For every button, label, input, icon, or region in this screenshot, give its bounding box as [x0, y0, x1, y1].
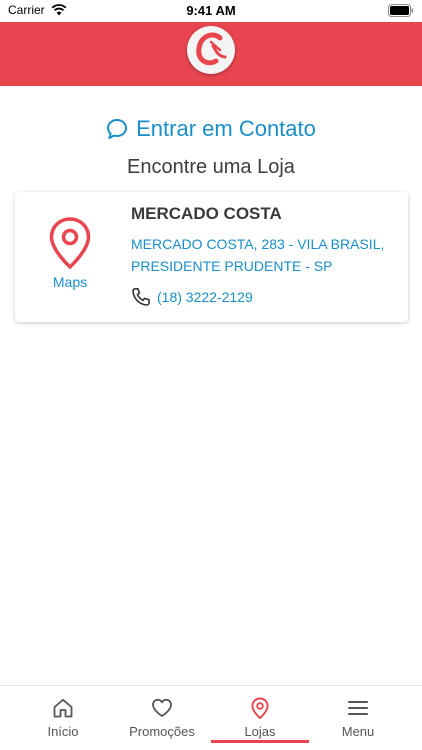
- store-card: Maps MERCADO COSTA MERCADO COSTA, 283 - …: [15, 192, 408, 322]
- status-time: 9:41 AM: [186, 3, 236, 18]
- tab-label-menu: Menu: [341, 724, 375, 739]
- phone-number: (18) 3222-2129: [157, 289, 253, 305]
- location-pin-icon: [251, 697, 269, 719]
- heart-icon: [152, 698, 172, 717]
- app-header: [0, 22, 422, 86]
- phone-icon: [132, 288, 150, 306]
- brand-logo-mark: [196, 32, 227, 66]
- active-tab-indicator: [211, 740, 309, 743]
- contact-label: Entrar em Contato: [136, 116, 316, 141]
- tab-lojas[interactable]: Lojas: [210, 686, 310, 742]
- chat-bubble-icon: [107, 119, 128, 139]
- brand-logo[interactable]: [187, 26, 235, 74]
- battery-icon: [388, 4, 414, 17]
- store-address[interactable]: MERCADO COSTA, 283 - VILA BRASIL, PRESID…: [131, 233, 401, 277]
- maps-button[interactable]: Maps: [35, 216, 105, 296]
- tab-promocoes[interactable]: Promoções: [112, 686, 212, 742]
- home-icon: [53, 698, 73, 718]
- location-pin-icon: [49, 217, 91, 269]
- tab-bar: Início Promoções Lojas Menu: [0, 685, 422, 750]
- status-bar: Carrier 9:41 AM: [0, 0, 422, 22]
- store-name: MERCADO COSTA: [131, 204, 282, 223]
- hamburger-menu-icon: [348, 701, 368, 715]
- section-title: Encontre uma Loja: [127, 156, 295, 178]
- contact-link[interactable]: Entrar em Contato: [0, 114, 422, 144]
- tab-label-promocoes: Promoções: [129, 724, 195, 739]
- tab-label-lojas: Lojas: [244, 724, 276, 739]
- tab-inicio[interactable]: Início: [13, 686, 113, 742]
- phone-link[interactable]: (18) 3222-2129: [131, 287, 253, 307]
- tab-label-inicio: Início: [47, 724, 79, 739]
- maps-label: Maps: [52, 274, 88, 290]
- tab-menu[interactable]: Menu: [308, 686, 408, 742]
